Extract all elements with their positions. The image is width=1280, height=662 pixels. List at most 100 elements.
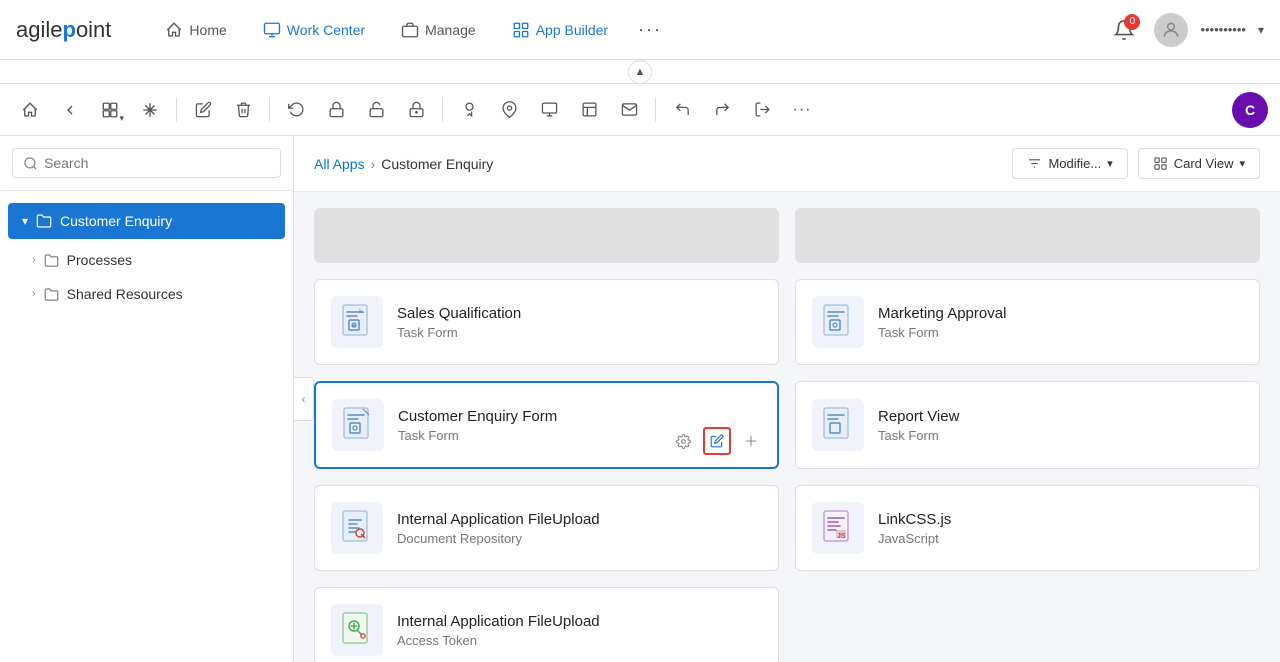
nav-manage-label: Manage [425, 22, 476, 38]
toolbar-back-btn[interactable] [52, 92, 88, 128]
toolbar-share1-btn[interactable] [664, 92, 700, 128]
breadcrumb: All Apps › Customer Enquiry [314, 156, 493, 172]
toolbar-export-btn[interactable] [531, 92, 567, 128]
nav-work-center-label: Work Center [287, 22, 365, 38]
chevron-right-icon-2: › [32, 288, 36, 300]
nav-links: Home Work Center Manage App Builder ··· [151, 13, 1106, 46]
card-sub-marketing-approval: Task Form [878, 325, 1243, 340]
toolbar-lock-btn[interactable] [318, 92, 354, 128]
card-title-sales-qualification: Sales Qualification [397, 305, 762, 322]
card-info-internal-fileupload-2: Internal Application FileUpload Access T… [397, 613, 762, 648]
toolbar-edit-btn[interactable] [185, 92, 221, 128]
breadcrumb-root[interactable]: All Apps [314, 156, 365, 172]
card-sales-qualification[interactable]: Sales Qualification Task Form [314, 279, 779, 365]
card-title-internal-fileupload-2: Internal Application FileUpload [397, 613, 762, 630]
card-internal-fileupload-1[interactable]: Internal Application FileUpload Document… [314, 485, 779, 571]
doc-repo-icon [341, 510, 373, 546]
toolbar-share2-btn[interactable] [704, 92, 740, 128]
card-linkcss-js[interactable]: JS LinkCSS.js JavaScript [795, 485, 1260, 571]
card-title-internal-fileupload-1: Internal Application FileUpload [397, 511, 762, 528]
card-internal-fileupload-2[interactable]: Internal Application FileUpload Access T… [314, 587, 779, 662]
toolbar-layout-btn[interactable] [571, 92, 607, 128]
toolbar-history-btn[interactable] [278, 92, 314, 128]
logo-text: agilepoint [16, 17, 111, 43]
nav-more[interactable]: ··· [630, 13, 670, 46]
sidebar-nav: ▾ Customer Enquiry › Processes › Shared … [0, 191, 293, 319]
card-marketing-approval[interactable]: Marketing Approval Task Form [795, 279, 1260, 365]
card-icon-sales-qualification [331, 296, 383, 348]
card-info-marketing-approval: Marketing Approval Task Form [878, 305, 1243, 340]
placeholder-card-1 [314, 208, 779, 263]
toolbar-new-btn[interactable]: ▾ [92, 92, 128, 128]
card-customize-btn[interactable] [737, 427, 765, 455]
content-area: All Apps › Customer Enquiry Modifie... ▾… [294, 136, 1280, 662]
card-report-view[interactable]: Report View Task Form [795, 381, 1260, 469]
toolbar-sep-2 [269, 98, 270, 122]
search-input-wrap[interactable] [12, 148, 281, 178]
sidebar-processes-label: Processes [67, 252, 132, 268]
toolbar-logout-btn[interactable] [744, 92, 780, 128]
sidebar: ▾ Customer Enquiry › Processes › Shared … [0, 136, 294, 662]
access-token-icon [341, 612, 373, 648]
user-menu-chevron[interactable]: ▾ [1258, 23, 1264, 37]
placeholder-card-2 [795, 208, 1260, 263]
nav-work-center[interactable]: Work Center [249, 15, 379, 45]
sidebar-item-processes[interactable]: › Processes [0, 243, 293, 277]
card-edit-btn[interactable] [703, 427, 731, 455]
toolbar-home-btn[interactable] [12, 92, 48, 128]
toolbar-user-initial: C [1232, 92, 1268, 128]
toolbar-unlock-btn[interactable] [358, 92, 394, 128]
toolbar-sep-3 [442, 98, 443, 122]
card-title-report-view: Report View [878, 408, 1243, 425]
card-icon-internal-fileupload-1 [331, 502, 383, 554]
folder-icon [36, 213, 52, 229]
view-chevron-icon: ▾ [1239, 157, 1245, 170]
notification-button[interactable]: 0 [1106, 12, 1142, 48]
card-settings-btn[interactable] [669, 427, 697, 455]
view-label: Card View [1174, 156, 1234, 171]
card-grid: Sales Qualification Task Form Marketing … [294, 263, 1280, 662]
toolbar-sep-4 [655, 98, 656, 122]
toolbar-customize-btn[interactable] [132, 92, 168, 128]
card-sub-internal-fileupload-2: Access Token [397, 633, 762, 648]
card-info-sales-qualification: Sales Qualification Task Form [397, 305, 762, 340]
card-customer-enquiry-form[interactable]: Customer Enquiry Form Task Form [314, 381, 779, 469]
card-title-linkcss-js: LinkCSS.js [878, 511, 1243, 528]
user-avatar [1154, 13, 1188, 47]
card-info-report-view: Report View Task Form [878, 408, 1243, 443]
collapse-button[interactable]: ▲ [628, 60, 652, 84]
content-header: All Apps › Customer Enquiry Modifie... ▾… [294, 136, 1280, 192]
toolbar-delete-btn[interactable] [225, 92, 261, 128]
folder-closed-icon [44, 253, 59, 268]
card-icon-customer-enquiry-form [332, 399, 384, 451]
sort-button[interactable]: Modifie... ▾ [1012, 148, 1127, 179]
card-sub-linkcss-js: JavaScript [878, 531, 1243, 546]
breadcrumb-current: Customer Enquiry [381, 156, 493, 172]
nav-manage[interactable]: Manage [387, 15, 490, 45]
collapse-bar: ▲ [0, 60, 1280, 84]
sidebar-item-customer-enquiry[interactable]: ▾ Customer Enquiry [8, 203, 285, 239]
card-sub-sales-qualification: Task Form [397, 325, 762, 340]
card-icon-internal-fileupload-2 [331, 604, 383, 656]
card-sub-report-view: Task Form [878, 428, 1243, 443]
card-info-internal-fileupload-1: Internal Application FileUpload Document… [397, 511, 762, 546]
sidebar-item-shared-resources[interactable]: › Shared Resources [0, 277, 293, 311]
sidebar-toggle-button[interactable]: ‹ [294, 377, 314, 421]
sidebar-customer-enquiry-label: Customer Enquiry [60, 213, 172, 229]
toolbar-lock2-btn[interactable] [398, 92, 434, 128]
card-icon-linkcss-js: JS [812, 502, 864, 554]
sidebar-shared-resources-label: Shared Resources [67, 286, 183, 302]
task-form-icon-3 [342, 407, 374, 443]
view-button[interactable]: Card View ▾ [1138, 148, 1260, 179]
toolbar-sep-1 [176, 98, 177, 122]
nav-home[interactable]: Home [151, 15, 240, 45]
search-input[interactable] [44, 155, 270, 171]
toolbar-location-btn[interactable] [491, 92, 527, 128]
nav-app-builder-label: App Builder [536, 22, 608, 38]
toolbar-email-btn[interactable] [611, 92, 647, 128]
toolbar-cert-btn[interactable] [451, 92, 487, 128]
toolbar: ▾ ··· C [0, 84, 1280, 136]
nav-app-builder[interactable]: App Builder [498, 15, 622, 45]
user-name: •••••••••• [1200, 22, 1246, 37]
toolbar-more-btn[interactable]: ··· [784, 92, 820, 128]
